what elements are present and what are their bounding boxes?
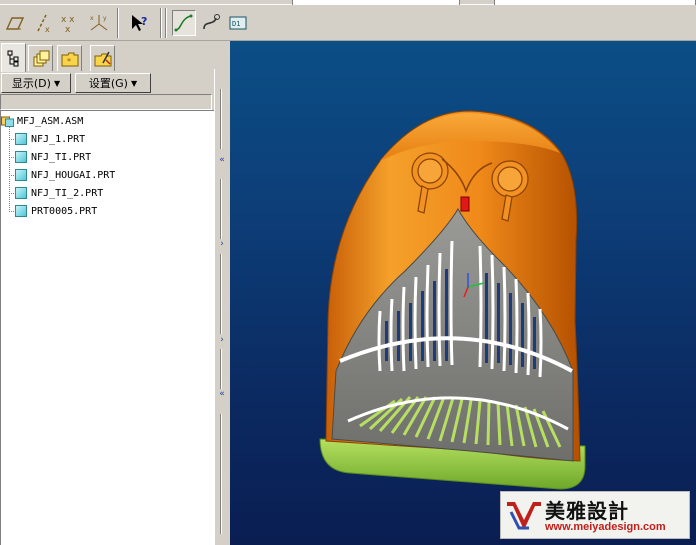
splitter-grip (220, 179, 222, 239)
chevron-left-icon[interactable]: « (218, 390, 226, 399)
display-menu-button[interactable]: 显示(D) ▼ (1, 73, 71, 93)
tree-item-label: NFJ_TI_2.PRT (31, 187, 104, 199)
part-icon (15, 187, 27, 199)
graphics-viewport[interactable] (230, 41, 696, 545)
csys-icon[interactable]: xy (87, 10, 111, 36)
chevron-left-icon[interactable]: « (218, 156, 226, 165)
part-icon (15, 169, 27, 181)
chevron-down-icon: ▼ (130, 78, 138, 88)
svg-text:x x: x x (61, 15, 75, 25)
tree-item-nfj-1[interactable]: NFJ_1.PRT (15, 130, 85, 148)
model-render (319, 110, 586, 490)
settings-menu-button[interactable]: 设置(G) ▼ (75, 73, 151, 93)
svg-text:x: x (45, 25, 50, 34)
tree-filter-field[interactable] (0, 94, 212, 110)
window-tab-strip (292, 0, 460, 5)
svg-text:y: y (103, 15, 107, 22)
site-watermark: 美雅設計 www.meiyadesign.com (500, 491, 690, 539)
sketch-curve-icon[interactable] (172, 10, 196, 36)
splitter-grip (220, 89, 222, 149)
tree-item-prt0005[interactable]: PRT0005.PRT (15, 202, 97, 220)
tree-root-label: MFJ_ASM.ASM (17, 115, 84, 127)
toolbar-separator (117, 8, 119, 38)
display-menu-label: 显示(D) (11, 77, 51, 90)
assembly-icon (1, 116, 14, 127)
splitter-grip (220, 414, 222, 534)
tree-item-nfj-hougai[interactable]: NFJ_HOUGAI.PRT (15, 166, 115, 184)
toolbar-separator (160, 8, 162, 38)
favorites-tab[interactable] (90, 45, 115, 71)
svg-text:x: x (65, 25, 71, 34)
toolbar-top-strip (0, 0, 696, 5)
whats-this-icon[interactable]: ? (128, 10, 152, 36)
datum-curve-icon[interactable] (199, 10, 223, 36)
tree-root-item[interactable]: MFJ_ASM.ASM (1, 112, 83, 130)
chevron-down-icon: ▼ (53, 78, 61, 88)
tree-item-label: NFJ_1.PRT (31, 133, 86, 145)
panel-splitter[interactable]: « › › « (214, 69, 230, 545)
folder-tab[interactable]: * (57, 45, 82, 71)
model-tree-tab[interactable] (1, 43, 26, 72)
navigator-panel: * 显示(D) ▼ 设置(G) ▼ MFJ_ASM.ASM NFJ_1.PRT (0, 41, 218, 545)
navigator-tabs: * (0, 41, 218, 72)
axis-icon[interactable]: x (31, 10, 55, 36)
settings-menu-label: 设置(G) (88, 77, 128, 90)
splitter-grip (220, 349, 222, 389)
chevron-right-icon[interactable]: › (218, 240, 226, 249)
svg-text:x: x (90, 15, 94, 22)
layers-tab[interactable] (28, 45, 53, 71)
tree-item-label: NFJ_TI.PRT (31, 151, 92, 163)
svg-text:?: ? (141, 15, 147, 28)
red-indicator (460, 196, 470, 212)
part-icon (15, 151, 27, 163)
annotation-icon[interactable]: D1 (226, 10, 250, 36)
meiya-logo-icon (507, 502, 541, 530)
tree-item-nfj-ti-2[interactable]: NFJ_TI_2.PRT (15, 184, 103, 202)
plane-icon[interactable] (3, 10, 27, 36)
svg-text:*: * (67, 57, 71, 66)
watermark-title: 美雅設計 (545, 499, 629, 523)
watermark-url: www.meiyadesign.com (545, 521, 666, 533)
part-icon (15, 133, 27, 145)
chevron-right-icon[interactable]: › (218, 336, 226, 345)
window-tab-strip-2 (494, 0, 696, 5)
toolbar-separator (165, 8, 167, 38)
point-icon[interactable]: x xx (59, 10, 83, 36)
tree-item-nfj-ti[interactable]: NFJ_TI.PRT (15, 148, 91, 166)
tree-item-label: PRT0005.PRT (31, 205, 98, 217)
main-toolbar: x x xx xy ? D1 (0, 0, 696, 41)
tree-item-label: NFJ_HOUGAI.PRT (31, 169, 116, 181)
part-icon (15, 205, 27, 217)
svg-text:D1: D1 (232, 20, 240, 28)
navigator-menubar: 显示(D) ▼ 设置(G) ▼ (0, 72, 218, 94)
splitter-grip (220, 254, 222, 334)
model-tree: MFJ_ASM.ASM NFJ_1.PRT NFJ_TI.PRT NFJ_HOU… (0, 110, 214, 545)
